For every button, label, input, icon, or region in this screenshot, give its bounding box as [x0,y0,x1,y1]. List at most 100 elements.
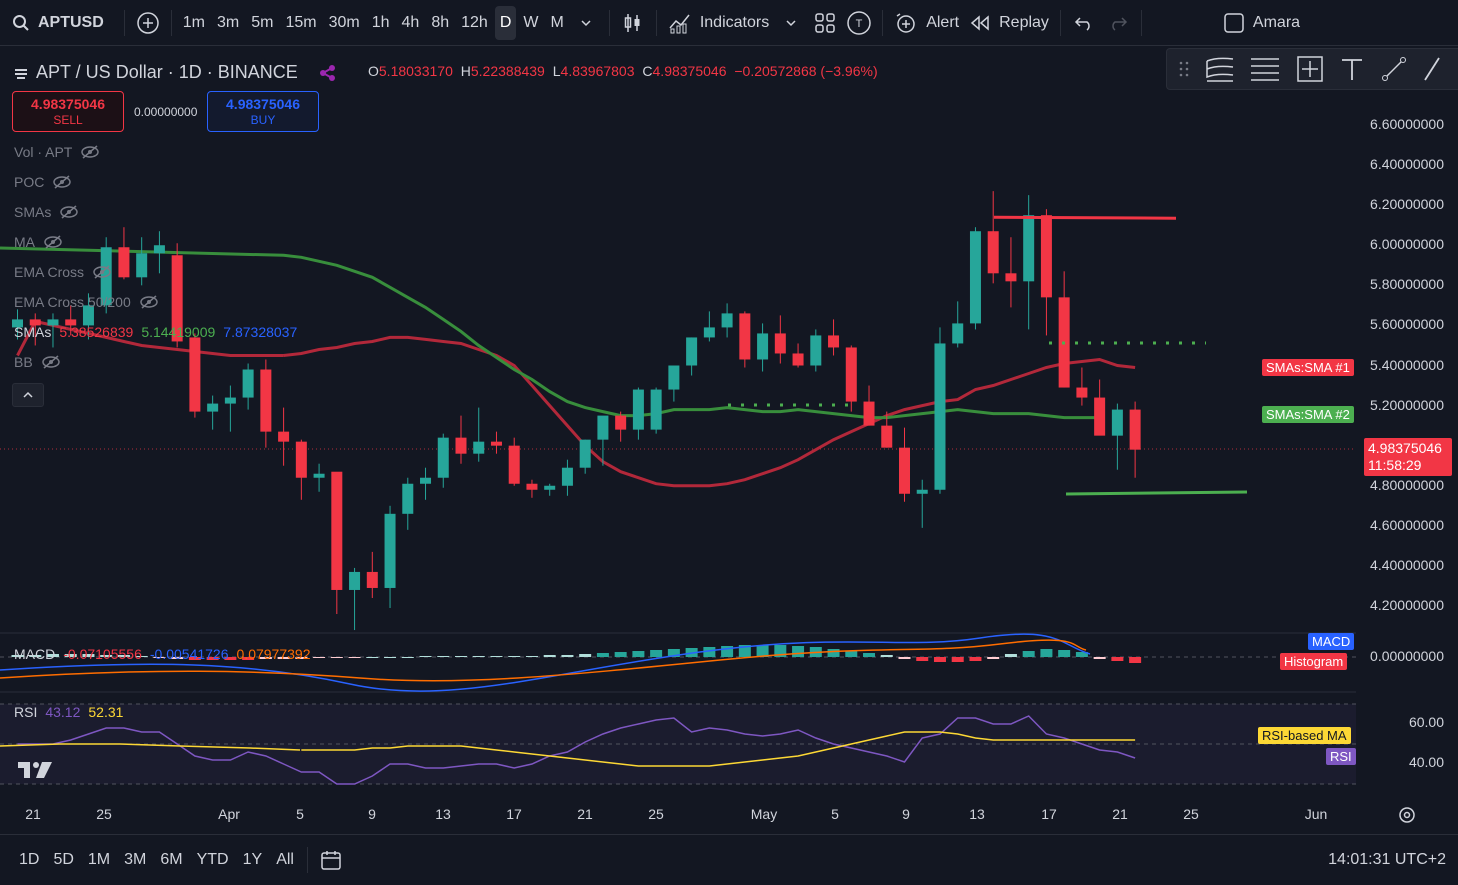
legend-vol[interactable]: Vol · APT [14,144,100,160]
candle-body [153,245,165,254]
legend-ma[interactable]: MA [14,234,63,250]
indicators-dropdown[interactable] [774,6,808,40]
timeframe-5m[interactable]: 5m [246,6,278,40]
candle-body [916,489,928,494]
macd-legend[interactable]: MACD -0.07105556 -0.00541726 0.07977392 [14,646,310,662]
timeframe-30m[interactable]: 30m [324,6,365,40]
candle-body [615,415,627,430]
chart-settings-icon[interactable] [1397,805,1417,825]
pair-title[interactable]: APT / US Dollar · 1D · BINANCE [36,62,298,83]
timeframe-1m[interactable]: 1m [178,6,210,40]
rsi-pane [0,703,1356,785]
range-1m[interactable]: 1M [81,851,117,869]
legend-bb[interactable]: BB [14,354,61,370]
trendline-icon[interactable] [1379,54,1409,84]
timeframe-W[interactable]: W [518,6,543,40]
replay-button[interactable]: Replay [964,6,1054,40]
legend-ema-cross-50-200[interactable]: EMA Cross 50/200 [14,294,159,310]
legend-smas[interactable]: SMAs 5.38526839 5.14419009 7.87328037 [14,324,297,340]
currency-icon [15,68,27,79]
undo-button[interactable] [1067,6,1101,40]
eye-off-icon[interactable] [92,265,112,279]
alert-button[interactable]: Alert [889,6,964,40]
low-value: 4.83967803 [560,63,635,79]
candles-icon [624,13,640,32]
buy-label: BUY [250,113,276,127]
macd-histogram-bar [1022,651,1035,657]
chart-type-button[interactable] [616,6,650,40]
text-tool-icon[interactable] [1339,55,1365,83]
chart-canvas[interactable] [0,47,1458,807]
measure-icon[interactable] [1295,54,1325,84]
range-1d[interactable]: 1D [12,851,46,869]
candle-body [189,337,201,412]
timeframe-dropdown[interactable] [569,6,603,40]
eye-off-icon[interactable] [43,235,63,249]
range-5d[interactable]: 5D [46,851,80,869]
svg-text:T: T [856,18,863,30]
spread-value: 0.00000000 [134,105,198,119]
pitchfork-icon[interactable] [1203,55,1235,83]
legend-ema-cross[interactable]: EMA Cross [14,264,112,280]
legend-smas-hidden[interactable]: SMAs [14,204,79,220]
legend-poc[interactable]: POC [14,174,72,190]
macd-histogram-bar [951,657,964,662]
candle-body [349,571,361,590]
rsi-ma-axis-tag: RSI-based MA [1258,727,1351,744]
timeframe-4h[interactable]: 4h [397,6,425,40]
candle-body [1005,273,1017,282]
trade-button[interactable]: T [842,6,876,40]
candle-body [473,441,485,454]
range-1y[interactable]: 1Y [236,851,270,869]
time-tick: 9 [368,806,376,822]
tradingview-logo[interactable] [16,758,56,782]
timeframe-15m[interactable]: 15m [280,6,321,40]
timeframe-selector: 1m 3m 5m 15m 30m 1h 4h 8h 12h D W M [178,5,569,40]
collapse-legend-button[interactable] [12,383,44,407]
timeframe-1h[interactable]: 1h [367,6,395,40]
legend-sma3-value: 7.87328037 [223,324,298,340]
timeframe-3m[interactable]: 3m [212,6,244,40]
symbol-search[interactable]: APTUSD [0,0,118,45]
fib-icon[interactable] [1249,55,1281,83]
eye-off-icon[interactable] [52,175,72,189]
range-all[interactable]: All [269,851,301,869]
layout-menu-button[interactable]: Amara [1218,6,1305,40]
range-3m[interactable]: 3M [117,851,153,869]
range-ytd[interactable]: YTD [190,851,236,869]
macd-histogram-bar [561,655,574,657]
eye-off-icon[interactable] [139,295,159,309]
eye-off-icon[interactable] [41,355,61,369]
price-tick: 4.20000000 [1370,597,1444,613]
range-6m[interactable]: 6M [153,851,189,869]
timeframe-12h[interactable]: 12h [456,6,493,40]
utc-clock[interactable]: 14:01:31 UTC+2 [1328,851,1458,869]
legend-ema-cross-50-200-label: EMA Cross 50/200 [14,294,131,310]
brush-icon[interactable] [1423,54,1443,84]
drawn-levels [728,215,1248,496]
time-tick: 13 [969,806,985,822]
timeframe-M[interactable]: M [546,6,569,40]
eye-off-icon[interactable] [59,205,79,219]
rsi-legend[interactable]: RSI 43.12 52.31 [14,704,123,720]
time-tick: Jun [1304,806,1328,822]
eye-off-icon[interactable] [80,145,100,159]
timeframe-D[interactable]: D [494,5,517,40]
candle-body [437,437,449,478]
redo-button[interactable] [1101,6,1135,40]
ohlc-readout: O5.18033170 H5.22388439 L4.83967803 C4.9… [368,63,878,79]
drag-handle-icon[interactable] [1179,59,1189,79]
candle-body [952,323,964,344]
divider [608,9,610,36]
sma-red-line [283,335,1136,488]
go-to-date-button[interactable] [314,843,348,877]
buy-button[interactable]: 4.98375046 BUY [207,91,319,132]
drawing-toolbar [1166,48,1458,90]
candle-body [899,447,910,494]
sell-button[interactable]: 4.98375046 SELL [12,91,124,132]
compare-symbol-button[interactable] [131,6,165,40]
indicators-button[interactable]: Indicators [663,6,774,40]
resistance-line [993,215,1177,220]
layouts-button[interactable] [808,6,842,40]
timeframe-8h[interactable]: 8h [426,6,454,40]
